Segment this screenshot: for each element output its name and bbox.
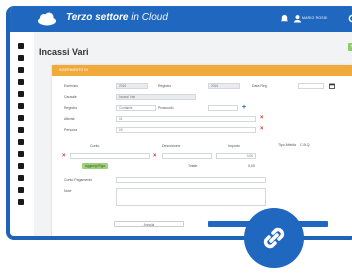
conto-header: Conto xyxy=(90,144,100,148)
conto-pagamento-select[interactable] xyxy=(116,177,266,183)
top-bar: Terzo settore in Cloud MARIO ROSSI xyxy=(10,6,352,32)
card-header: INSERIMENTO IN xyxy=(52,65,352,76)
folder-icon xyxy=(18,67,24,73)
add-row-button[interactable]: Aggiungi Riga xyxy=(82,163,108,169)
sidebar-item-5[interactable] xyxy=(18,91,24,97)
menu-icon xyxy=(18,55,24,61)
cloud-logo-icon xyxy=(38,12,56,26)
add-icon[interactable]: + xyxy=(348,43,352,51)
user-icon[interactable] xyxy=(293,14,302,23)
sidebar xyxy=(10,32,35,236)
bell-icon[interactable] xyxy=(280,14,289,23)
bank-icon xyxy=(18,127,24,133)
sidebar-item-home[interactable] xyxy=(18,43,24,49)
sidebar-item-12[interactable] xyxy=(18,175,24,181)
totale-label: Totale xyxy=(188,164,198,168)
note-textarea[interactable] xyxy=(116,188,266,206)
annulla-button[interactable]: Annulla xyxy=(114,221,184,227)
sidebar-item-8[interactable] xyxy=(18,127,24,133)
settings-icon[interactable] xyxy=(348,14,352,23)
sidebar-item-4[interactable] xyxy=(18,79,24,85)
document-icon xyxy=(18,115,24,121)
esercizio-field: 2016 xyxy=(116,83,148,89)
tipo-attivita-header: Tipo Attività xyxy=(278,143,296,147)
card-header-title: INSERIMENTO IN xyxy=(59,68,88,72)
importo-input[interactable]: 0,00 xyxy=(216,153,256,159)
esercizio-label: Esercizio xyxy=(64,84,79,88)
attivita-select[interactable]: 01 xyxy=(116,116,256,122)
sidebar-item-2[interactable] xyxy=(18,55,24,61)
link-badge xyxy=(244,208,304,268)
sidebar-item-6[interactable] xyxy=(18,103,24,109)
registro2-label: Registro xyxy=(64,106,78,110)
page-title: Incassi Vari xyxy=(39,47,89,57)
causale-field: Incassi Vari xyxy=(116,94,196,100)
calendar-icon[interactable] xyxy=(329,83,335,89)
registro2-select[interactable]: Contabile xyxy=(116,105,156,111)
sidebar-item-7[interactable] xyxy=(18,115,24,121)
home-icon xyxy=(18,43,24,49)
user-name[interactable]: MARIO ROSSI xyxy=(302,16,328,20)
clear-conto-icon[interactable]: × xyxy=(153,153,158,159)
causale-label: Causale xyxy=(64,95,77,99)
form-card: INSERIMENTO IN Esercizio 2016 Registro 2… xyxy=(52,65,352,236)
persona-label: Persona xyxy=(64,128,78,132)
importo-header: Importo xyxy=(228,144,240,148)
settings-icon xyxy=(18,199,24,205)
edit-icon xyxy=(18,103,24,109)
conto-input[interactable] xyxy=(70,153,150,159)
sidebar-item-13[interactable] xyxy=(18,187,24,193)
main-content: Incassi Vari + INSERIMENTO IN Esercizio … xyxy=(34,32,352,236)
users-icon xyxy=(18,79,24,85)
clear-attivita-icon[interactable]: × xyxy=(260,115,265,121)
print-icon xyxy=(18,187,24,193)
note-label: Note xyxy=(64,189,72,193)
sidebar-item-10[interactable] xyxy=(18,151,24,157)
data-reg-label: Data Reg. xyxy=(252,84,268,88)
protocollo-field[interactable] xyxy=(208,105,238,111)
registro-field: 2016 xyxy=(208,83,240,89)
calendar-icon xyxy=(18,163,24,169)
persona-select[interactable]: 03 xyxy=(116,127,256,133)
descrizione-input[interactable] xyxy=(162,153,212,159)
app-title: Terzo settore in Cloud xyxy=(66,12,168,23)
file-icon xyxy=(18,175,24,181)
sidebar-item-11[interactable] xyxy=(18,163,24,169)
data-reg-field[interactable] xyxy=(298,83,324,89)
protocollo-label: Protocollo xyxy=(158,106,174,110)
link-icon xyxy=(263,227,285,249)
attivita-label: Attività xyxy=(64,117,75,121)
monitor-icon xyxy=(18,151,24,157)
remove-row-icon[interactable]: × xyxy=(62,153,67,159)
totale-value: 0,00 xyxy=(248,164,255,168)
sidebar-item-3[interactable] xyxy=(18,67,24,73)
list-icon xyxy=(18,139,24,145)
sidebar-item-9[interactable] xyxy=(18,139,24,145)
registro-label: Registro xyxy=(158,84,172,88)
chart-icon xyxy=(18,91,24,97)
conto-pagamento-label: Conto Pagamento xyxy=(64,178,93,182)
tipo-value: C.B.Q. xyxy=(300,143,311,147)
app-window: Terzo settore in Cloud MARIO ROSSI Incas… xyxy=(6,6,352,240)
descrizione-header: Descrizione xyxy=(162,144,181,148)
clear-persona-icon[interactable]: × xyxy=(260,126,265,132)
sidebar-item-14[interactable] xyxy=(18,199,24,205)
plus-icon[interactable]: + xyxy=(242,104,247,111)
